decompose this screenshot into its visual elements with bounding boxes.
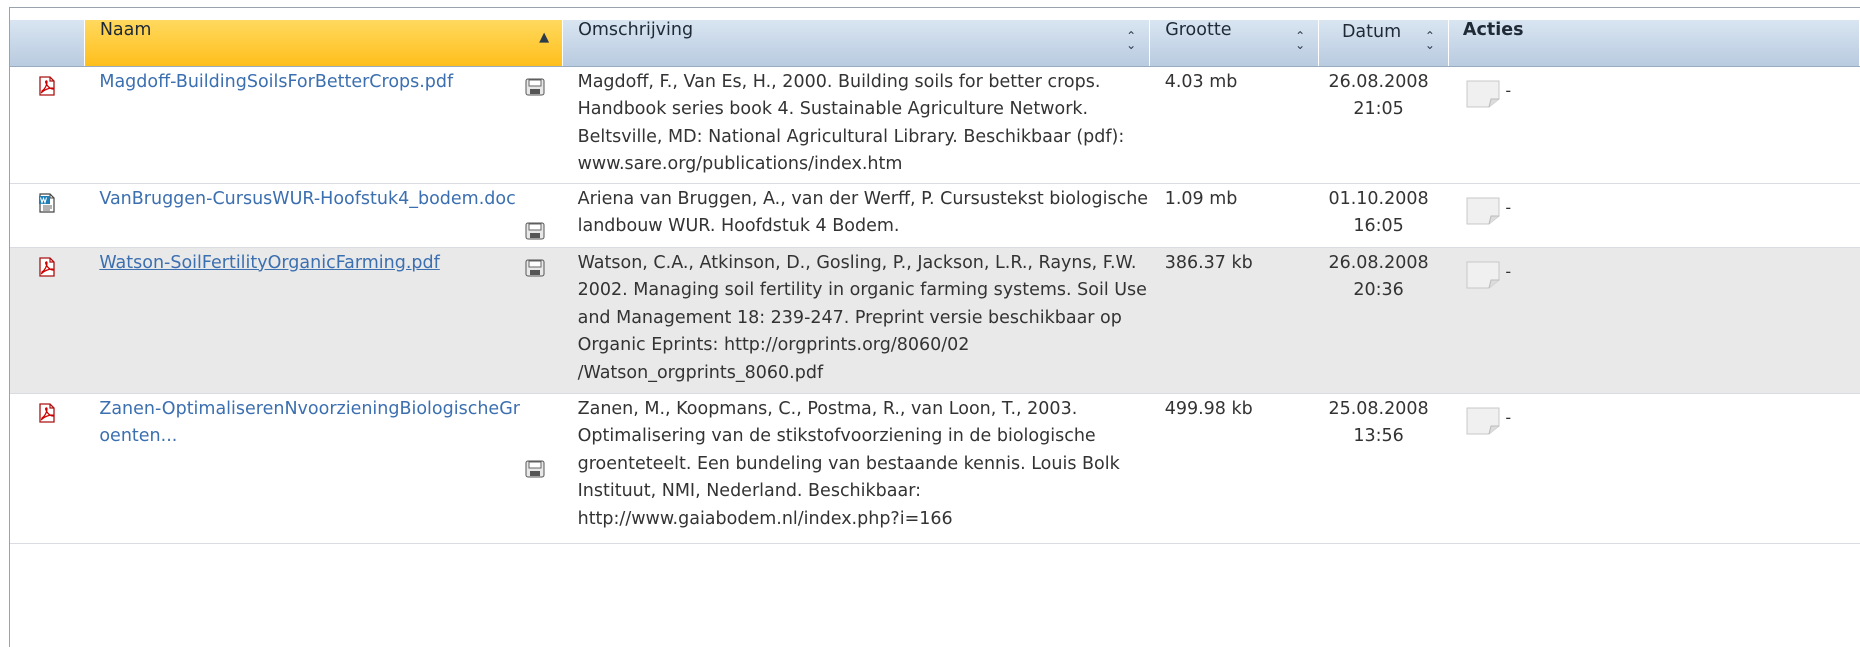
word-doc-icon xyxy=(37,192,57,223)
actions-cell: - xyxy=(1448,393,1860,544)
file-date-cell: 26.08.2008 20:36 xyxy=(1318,247,1449,394)
action-dash: - xyxy=(1505,197,1512,217)
column-header-size-label: Grootte xyxy=(1165,20,1232,40)
column-header-icon xyxy=(10,20,85,67)
file-link[interactable]: VanBruggen-CursusWUR-Hoofstuk4_bodem.doc xyxy=(84,184,562,214)
actions-cell: - xyxy=(1448,247,1860,394)
note-icon[interactable] xyxy=(1465,79,1501,109)
actions-cell: - xyxy=(1448,66,1860,184)
column-header-description-label: Omschrijving xyxy=(578,20,694,40)
file-time: 13:56 xyxy=(1353,426,1404,446)
sort-both-icon: ⌃ ⌄ xyxy=(1126,29,1137,52)
action-dash: - xyxy=(1505,407,1512,427)
column-header-name[interactable]: Naam ▲ xyxy=(84,20,564,67)
pdf-icon xyxy=(37,75,57,106)
save-icon[interactable] xyxy=(525,78,545,96)
file-link[interactable]: Watson-SoilFertilityOrganicFarming.pdf xyxy=(84,248,562,278)
file-size: 499.98 kb xyxy=(1149,393,1319,544)
file-size: 4.03 mb xyxy=(1149,66,1319,184)
file-name-cell: Magdoff-BuildingSoilsForBetterCrops.pdf xyxy=(84,66,563,184)
column-header-date-label: Datum xyxy=(1341,22,1402,42)
file-time: 20:36 xyxy=(1353,280,1404,300)
pdf-icon xyxy=(37,402,57,433)
column-header-description[interactable]: Omschrijving ⌃ ⌄ xyxy=(562,20,1151,67)
file-table: Naam ▲ Omschrijving ⌃ ⌄ Grootte ⌃ ⌄ Datum … xyxy=(10,20,1860,544)
sort-both-icon: ⌃ ⌄ xyxy=(1295,29,1306,52)
file-type-cell xyxy=(10,66,85,184)
file-type-cell xyxy=(10,183,85,248)
file-link[interactable]: Magdoff-BuildingSoilsForBetterCrops.pdf xyxy=(84,67,562,97)
file-type-cell xyxy=(10,247,85,394)
file-size: 386.37 kb xyxy=(1149,247,1319,394)
table-row: Zanen-OptimaliserenNvoorzieningBiologisc… xyxy=(10,393,1860,544)
column-header-actions-label: Acties xyxy=(1462,20,1524,40)
table-header-row: Naam ▲ Omschrijving ⌃ ⌄ Grootte ⌃ ⌄ Datum … xyxy=(10,20,1860,67)
file-description: Ariena van Bruggen, A., van der Werff, P… xyxy=(562,183,1150,248)
actions-cell: - xyxy=(1448,183,1860,248)
file-description: Magdoff, F., Van Es, H., 2000. Building … xyxy=(562,66,1150,184)
save-icon[interactable] xyxy=(525,222,545,240)
file-date-cell: 26.08.2008 21:05 xyxy=(1318,66,1449,184)
pdf-icon xyxy=(37,256,57,287)
file-size: 1.09 mb xyxy=(1149,183,1319,248)
file-date-cell: 25.08.2008 13:56 xyxy=(1318,393,1449,544)
file-description: Zanen, M., Koopmans, C., Postma, R., van… xyxy=(562,393,1150,544)
file-date: 25.08.2008 xyxy=(1328,398,1429,419)
file-date-cell: 01.10.2008 16:05 xyxy=(1318,183,1449,248)
file-type-cell xyxy=(10,393,85,544)
action-dash: - xyxy=(1505,261,1512,281)
file-time: 21:05 xyxy=(1353,99,1404,119)
column-header-actions: Acties xyxy=(1448,20,1860,67)
file-date: 01.10.2008 xyxy=(1328,188,1429,209)
file-link[interactable]: Zanen-OptimaliserenNvoorzieningBiologisc… xyxy=(84,394,562,451)
table-row: Magdoff-BuildingSoilsForBetterCrops.pdf … xyxy=(10,66,1860,184)
column-header-size[interactable]: Grootte ⌃ ⌄ xyxy=(1149,20,1320,67)
column-header-name-label: Naam xyxy=(99,20,152,40)
file-name-cell: Watson-SoilFertilityOrganicFarming.pdf xyxy=(84,247,563,394)
file-description: Watson, C.A., Atkinson, D., Gosling, P.,… xyxy=(562,247,1150,394)
note-icon[interactable] xyxy=(1465,260,1501,290)
table-row: Watson-SoilFertilityOrganicFarming.pdf W… xyxy=(10,247,1860,394)
file-date: 26.08.2008 xyxy=(1328,71,1429,92)
file-name-cell: VanBruggen-CursusWUR-Hoofstuk4_bodem.doc xyxy=(84,183,563,248)
file-name-cell: Zanen-OptimaliserenNvoorzieningBiologisc… xyxy=(84,393,563,544)
column-header-date[interactable]: Datum ⌃ ⌄ xyxy=(1318,20,1449,67)
save-icon[interactable] xyxy=(525,460,545,478)
note-icon[interactable] xyxy=(1465,406,1501,436)
file-time: 16:05 xyxy=(1353,216,1404,236)
file-date: 26.08.2008 xyxy=(1328,252,1429,273)
note-icon[interactable] xyxy=(1465,196,1501,226)
table-row: VanBruggen-CursusWUR-Hoofstuk4_bodem.doc… xyxy=(10,183,1860,248)
save-icon[interactable] xyxy=(525,259,545,277)
action-dash: - xyxy=(1505,80,1512,100)
sort-ascending-icon: ▲ xyxy=(539,30,550,45)
sort-both-icon: ⌃ ⌄ xyxy=(1424,29,1435,52)
